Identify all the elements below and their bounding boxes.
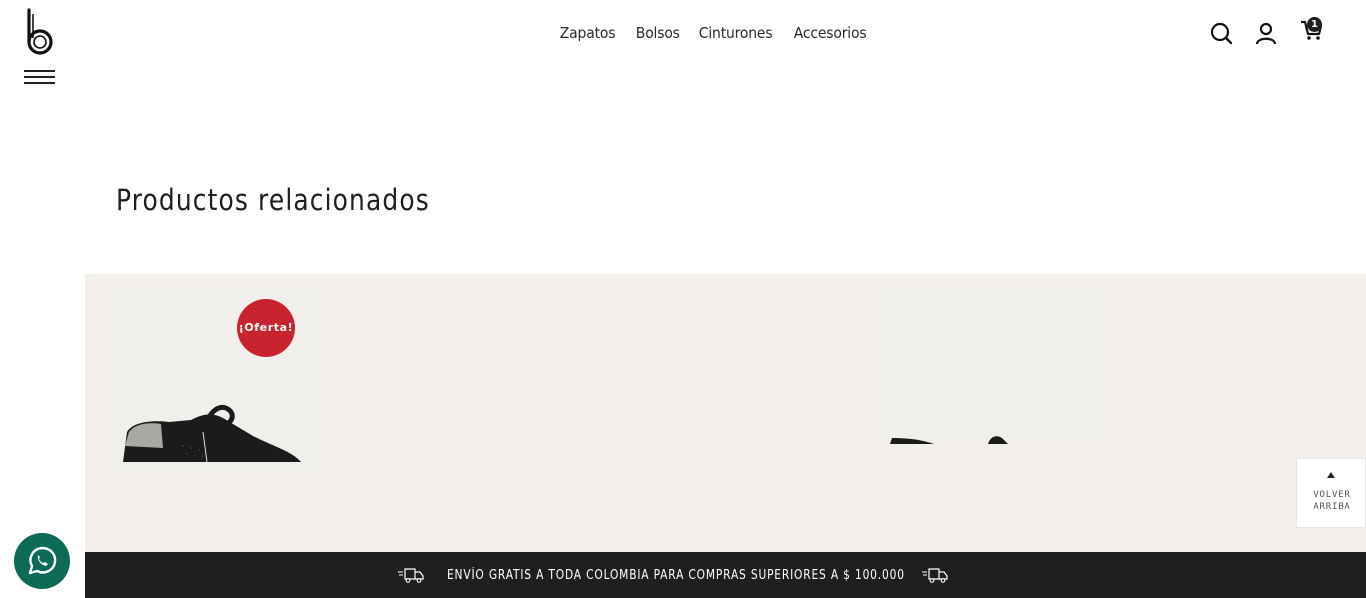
free-shipping-bar: ENVÍO GRATIS A TODA COLOMBIA PARA COMPRA… <box>85 552 1366 598</box>
nav-accesorios[interactable]: Accesorios <box>783 22 877 44</box>
related-products-title: Productos relacionados <box>116 183 430 217</box>
nav-cinturones[interactable]: Cinturones <box>688 22 783 44</box>
delivery-truck-icon <box>398 568 424 583</box>
search-icon[interactable] <box>1208 20 1236 48</box>
whatsapp-chat-button[interactable] <box>14 533 70 589</box>
whatsapp-icon <box>28 546 57 575</box>
brand-logo-icon[interactable] <box>22 8 60 56</box>
nav-zapatos[interactable]: Zapatos <box>549 22 626 44</box>
back-to-top-label-2: ARRIBA <box>1313 502 1351 512</box>
product-card[interactable]: ¡Oferta! <box>103 286 331 476</box>
main-nav: Zapatos Bolsos Cinturones Accesorios <box>549 22 878 44</box>
product-card[interactable] <box>870 290 1106 444</box>
sneaker-product-image <box>103 286 331 476</box>
user-icon[interactable] <box>1252 20 1280 48</box>
delivery-truck-icon <box>922 568 948 583</box>
sale-badge: ¡Oferta! <box>237 299 295 357</box>
cart-count-badge: 1 <box>1307 17 1322 32</box>
free-shipping-text: ENVÍO GRATIS A TODA COLOMBIA PARA COMPRA… <box>447 568 905 583</box>
caret-up-icon <box>1327 472 1335 478</box>
shoe-product-image <box>870 290 1106 444</box>
hamburger-menu-button[interactable] <box>24 68 56 86</box>
back-to-top-label-1: VOLVER <box>1313 490 1351 500</box>
back-to-top-button[interactable]: VOLVER ARRIBA <box>1296 458 1366 528</box>
nav-bolsos[interactable]: Bolsos <box>625 22 691 44</box>
related-products-carousel: ¡Oferta! <box>85 274 1366 552</box>
